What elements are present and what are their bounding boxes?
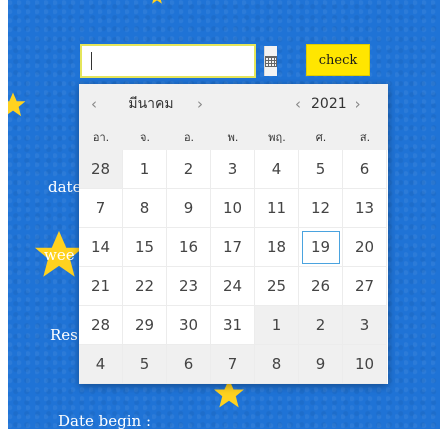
weekday-label: ศ.: [315, 131, 327, 144]
calendar-day[interactable]: 5: [299, 150, 343, 189]
calendar-day[interactable]: 26: [299, 267, 343, 306]
calendar-day[interactable]: 22: [123, 267, 167, 306]
result-label: Res: [50, 326, 78, 344]
calendar-day[interactable]: 1: [255, 306, 299, 345]
prev-month-button[interactable]: ‹: [83, 95, 105, 113]
calendar-day[interactable]: 10: [343, 345, 387, 384]
calendar-day[interactable]: 29: [123, 306, 167, 345]
calendar-day[interactable]: 23: [167, 267, 211, 306]
calendar-day[interactable]: 6: [343, 150, 387, 189]
calendar-day[interactable]: 16: [167, 228, 211, 267]
picker-header: ‹ มีนาคม › ‹ 2021 ›: [79, 84, 388, 124]
week-row: 14 15 16 17 18 19 20: [79, 228, 388, 267]
calendar-day[interactable]: 15: [123, 228, 167, 267]
calendar-day[interactable]: 2: [167, 150, 211, 189]
calendar-day[interactable]: 11: [255, 189, 299, 228]
star-icon: [152, 0, 162, 4]
calendar-day[interactable]: 2: [299, 306, 343, 345]
week-row: 28 29 30 31 1 2 3: [79, 306, 388, 345]
calendar-day[interactable]: 27: [343, 267, 387, 306]
calendar-day[interactable]: 1: [123, 150, 167, 189]
check-button[interactable]: check: [306, 44, 370, 76]
calendar-day[interactable]: 14: [79, 228, 123, 267]
day-grid: 28 1 2 3 4 5 6 7 8 9 10 11 12 13 14 15 1…: [79, 150, 388, 384]
star-icon: [8, 92, 26, 117]
calendar-day[interactable]: 4: [79, 345, 123, 384]
calendar-day[interactable]: 21: [79, 267, 123, 306]
month-label[interactable]: มีนาคม: [119, 93, 183, 115]
calendar-day[interactable]: 8: [255, 345, 299, 384]
calendar-day[interactable]: 31: [211, 306, 255, 345]
week-label: wee: [44, 246, 75, 264]
calendar-day[interactable]: 7: [211, 345, 255, 384]
weekday-label: อ.: [183, 131, 195, 144]
text-caret: [91, 52, 92, 70]
calendar-day-today[interactable]: 19: [299, 228, 343, 267]
calendar-day[interactable]: 3: [343, 306, 387, 345]
date-begin-label: Date begin :: [58, 412, 152, 429]
next-month-button[interactable]: ›: [189, 95, 211, 113]
calendar-day[interactable]: 9: [167, 189, 211, 228]
date-input-group: [80, 44, 277, 78]
weekday-header: อา. จ. อ. พ. พฤ. ศ. ส.: [79, 124, 388, 150]
calendar-day[interactable]: 30: [167, 306, 211, 345]
calendar-day[interactable]: 28: [79, 150, 123, 189]
prev-year-button[interactable]: ‹: [287, 95, 309, 113]
weekday-label: พฤ.: [268, 131, 286, 144]
calendar-day[interactable]: 20: [343, 228, 387, 267]
week-row: 21 22 23 24 25 26 27: [79, 267, 388, 306]
week-row: 28 1 2 3 4 5 6: [79, 150, 388, 189]
calendar-day[interactable]: 3: [211, 150, 255, 189]
calendar-day[interactable]: 10: [211, 189, 255, 228]
week-row: 4 5 6 7 8 9 10: [79, 345, 388, 384]
weekday-label: พ.: [227, 131, 239, 144]
calendar-day[interactable]: 7: [79, 189, 123, 228]
weekday-label: ส.: [359, 131, 371, 144]
week-row: 7 8 9 10 11 12 13: [79, 189, 388, 228]
calendar-day[interactable]: 12: [299, 189, 343, 228]
calendar-day[interactable]: 8: [123, 189, 167, 228]
weekday-label: จ.: [140, 131, 150, 144]
calendar-day[interactable]: 28: [79, 306, 123, 345]
calendar-day[interactable]: 13: [343, 189, 387, 228]
year-label[interactable]: 2021: [311, 96, 347, 112]
calendar-icon: [265, 55, 277, 67]
calendar-day[interactable]: 5: [123, 345, 167, 384]
date-picker-popup: ‹ มีนาคม › ‹ 2021 › อา. จ. อ. พ. พฤ. ศ. …: [79, 84, 388, 384]
calendar-day[interactable]: 9: [299, 345, 343, 384]
date-input[interactable]: [82, 46, 264, 76]
calendar-day[interactable]: 6: [167, 345, 211, 384]
weekday-label: อา.: [92, 131, 110, 144]
calendar-day[interactable]: 25: [255, 267, 299, 306]
next-year-button[interactable]: ›: [347, 95, 369, 113]
calendar-day[interactable]: 17: [211, 228, 255, 267]
calendar-day[interactable]: 24: [211, 267, 255, 306]
calendar-day[interactable]: 4: [255, 150, 299, 189]
calendar-day[interactable]: 18: [255, 228, 299, 267]
date-label: date: [48, 178, 82, 196]
calendar-button[interactable]: [264, 46, 277, 76]
